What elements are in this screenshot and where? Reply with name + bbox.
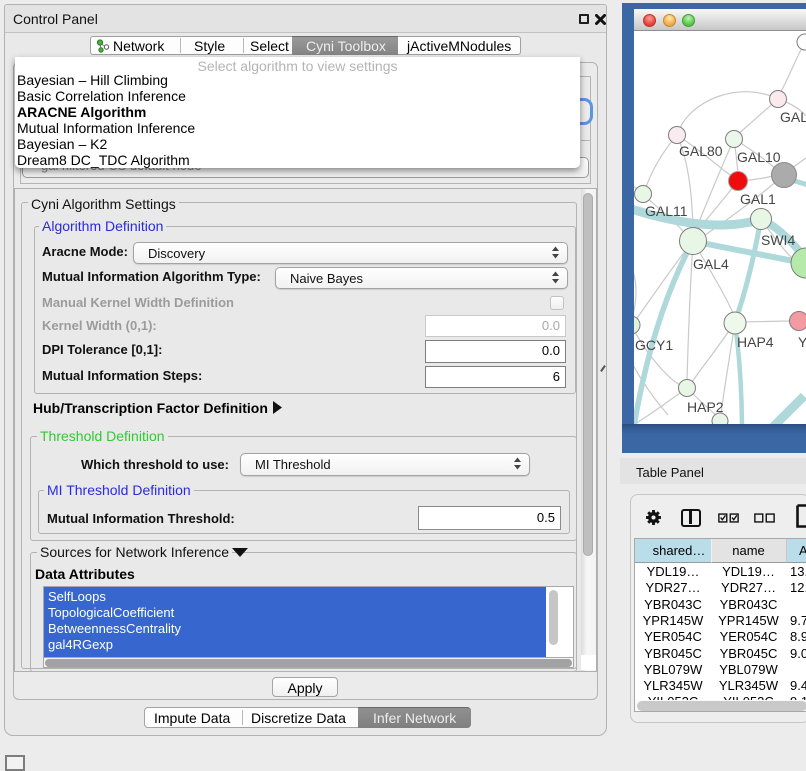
svg-text:HAP2: HAP2 <box>687 399 724 415</box>
svg-text:SWI4: SWI4 <box>761 232 795 248</box>
svg-text:GAL11: GAL11 <box>645 203 688 219</box>
svg-text:GAL1: GAL1 <box>740 191 776 207</box>
svg-text:GAL4: GAL4 <box>693 256 729 272</box>
svg-text:HAP4: HAP4 <box>737 334 774 350</box>
svg-text:GAL10: GAL10 <box>737 149 781 165</box>
svg-text:GAL2: GAL2 <box>780 109 806 125</box>
svg-text:GAL80: GAL80 <box>679 143 723 159</box>
svg-text:GCY1: GCY1 <box>635 337 673 353</box>
svg-text:Y: Y <box>798 334 806 350</box>
